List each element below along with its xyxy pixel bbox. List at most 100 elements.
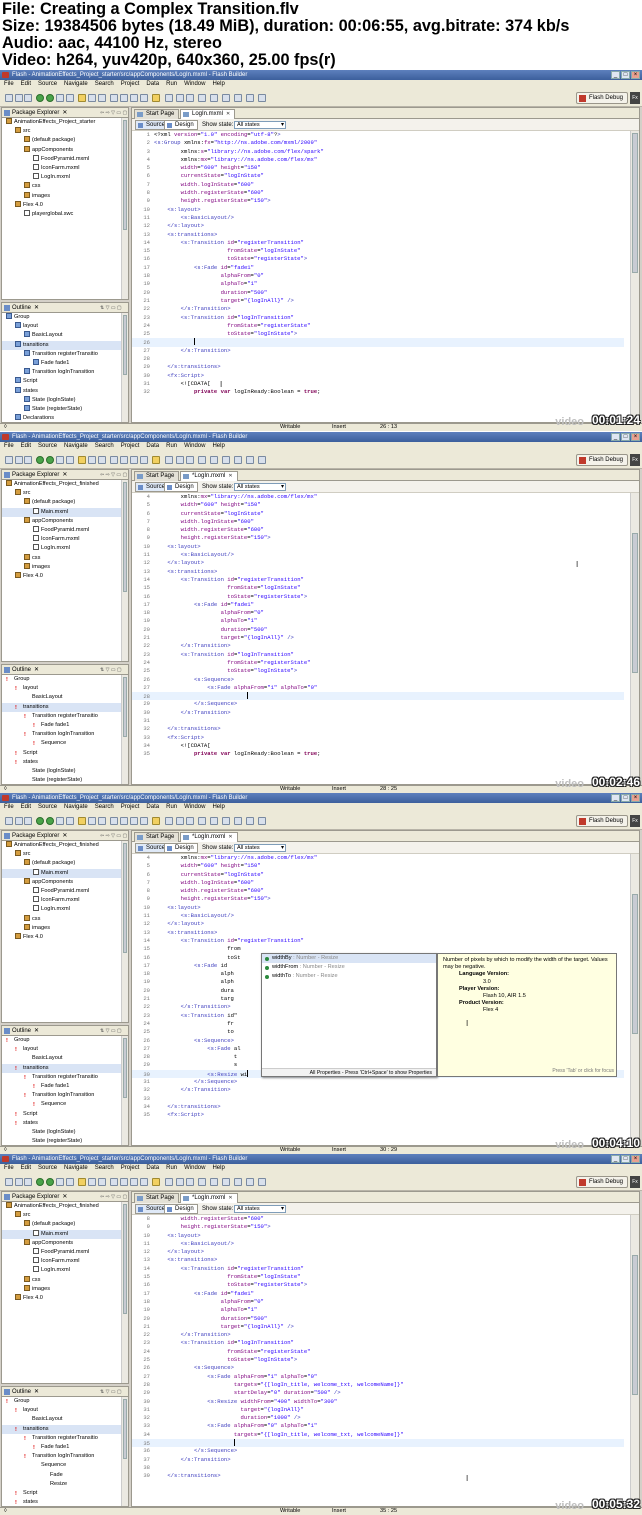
outline-tree-item[interactable]: BasicLayout bbox=[2, 1415, 128, 1424]
package-tree-item[interactable]: AnimationEffects_Project_finished bbox=[2, 1202, 128, 1211]
code-line[interactable]: 7 width.logInState="600" bbox=[132, 879, 624, 887]
menu-search[interactable]: Search bbox=[95, 443, 114, 449]
code-line[interactable]: 34 </s:transitions> bbox=[132, 1103, 624, 1111]
package-explorer-scrollbar[interactable] bbox=[121, 480, 128, 661]
code-line[interactable]: 16 toState="registerState"> bbox=[132, 255, 624, 263]
code-line[interactable]: 26 <s:Sequence> bbox=[132, 1364, 624, 1372]
package-tree-item[interactable]: IconFarm.mxml bbox=[2, 535, 128, 544]
package-tree-item[interactable]: src bbox=[2, 850, 128, 859]
flash-perspective-button[interactable]: Fx bbox=[630, 92, 640, 104]
maximize-button[interactable]: □ bbox=[621, 794, 630, 802]
view-controls[interactable]: ⇅ ▽ ▭ ▢ bbox=[100, 1389, 126, 1395]
toolbar-button[interactable] bbox=[130, 94, 138, 102]
code-line[interactable]: 26 bbox=[132, 338, 624, 347]
code-line[interactable]: 38 bbox=[132, 1464, 624, 1472]
toolbar-button[interactable] bbox=[46, 1178, 54, 1186]
menu-data[interactable]: Data bbox=[146, 804, 159, 810]
code-line[interactable]: 16 toState="registerState"> bbox=[132, 1281, 624, 1289]
code-line[interactable]: 13 <s:transitions> bbox=[132, 929, 624, 937]
menu-data[interactable]: Data bbox=[146, 81, 159, 87]
maximize-button[interactable]: □ bbox=[621, 71, 630, 79]
toolbar-button[interactable] bbox=[110, 456, 118, 464]
toolbar-button[interactable] bbox=[165, 1178, 173, 1186]
toolbar-button[interactable] bbox=[36, 94, 44, 102]
code-line[interactable]: 5 width="600" height="150" bbox=[132, 164, 624, 172]
package-tree-item[interactable]: css bbox=[2, 553, 128, 563]
toolbar-button[interactable] bbox=[24, 94, 32, 102]
package-tree-item[interactable]: images bbox=[2, 923, 128, 933]
toolbar-button[interactable] bbox=[56, 1178, 64, 1186]
close-view-icon[interactable]: ✕ bbox=[34, 667, 39, 673]
state-select[interactable]: All states bbox=[234, 121, 286, 129]
code-line[interactable]: 1 <?xml version="1.0" encoding="utf-8"?> bbox=[132, 131, 624, 139]
outline-tree-item[interactable]: State (logInState) bbox=[2, 1128, 128, 1137]
menu-edit[interactable]: Edit bbox=[21, 1165, 31, 1171]
code-line[interactable]: 24 fromState="registerState" bbox=[132, 1348, 624, 1356]
code-line[interactable]: 32 </s:transitions> bbox=[132, 725, 624, 733]
toolbar-button[interactable] bbox=[130, 817, 138, 825]
code-line[interactable]: 4 xmlns:mx="library://ns.adobe.com/flex/… bbox=[132, 156, 624, 164]
package-tree-item[interactable]: FoodPyramid.mxml bbox=[2, 1247, 128, 1257]
menu-help[interactable]: Help bbox=[212, 81, 224, 87]
package-tree-item[interactable]: LogIn.mxml bbox=[2, 1266, 128, 1275]
outline-tree-item[interactable]: ! Transition registerTransitio bbox=[2, 712, 128, 721]
toolbar-button[interactable] bbox=[15, 1178, 23, 1186]
package-tree-item[interactable]: (default package) bbox=[2, 859, 128, 868]
package-tree-item[interactable]: IconFarm.mxml bbox=[2, 896, 128, 905]
code-line[interactable]: 3 xmlns:s="library://ns.adobe.com/flex/s… bbox=[132, 148, 624, 156]
package-explorer-scrollbar[interactable] bbox=[121, 118, 128, 299]
code-line[interactable]: 13 <s:transitions> bbox=[132, 568, 624, 576]
menu-window[interactable]: Window bbox=[184, 1165, 205, 1171]
code-line[interactable]: 6 currentState="logInState" bbox=[132, 510, 624, 518]
toolbar-button[interactable] bbox=[24, 456, 32, 464]
tab-start-page[interactable]: Start Page bbox=[134, 832, 180, 842]
close-view-icon[interactable]: ✕ bbox=[62, 833, 67, 839]
toolbar-button[interactable] bbox=[56, 456, 64, 464]
tab-login-mxml[interactable]: LogIn.mxml ✕ bbox=[180, 109, 236, 119]
toolbar-button[interactable] bbox=[98, 817, 106, 825]
outline-scrollbar[interactable] bbox=[121, 1036, 128, 1145]
package-tree-item[interactable]: LogIn.mxml bbox=[2, 173, 128, 182]
design-mode-button[interactable]: Design bbox=[164, 1204, 198, 1214]
toolbar-button[interactable] bbox=[152, 1178, 160, 1186]
toolbar-button[interactable] bbox=[98, 1178, 106, 1186]
toolbar-button[interactable] bbox=[152, 456, 160, 464]
package-tree-item[interactable]: Flex 4.0 bbox=[2, 571, 128, 581]
package-tree-item[interactable]: Flex 4.0 bbox=[2, 932, 128, 942]
menu-project[interactable]: Project bbox=[121, 1165, 140, 1171]
toolbar-button[interactable] bbox=[66, 817, 74, 825]
tab-start-page[interactable]: Start Page bbox=[134, 471, 180, 481]
code-line[interactable]: 27 <s:Fade alphaFrom="1" alphaTo="0" bbox=[132, 1373, 624, 1381]
code-line[interactable]: 21 target="{logInAll}" /> bbox=[132, 1323, 624, 1331]
maximize-button[interactable]: □ bbox=[621, 433, 630, 441]
code-line[interactable]: 9 height.registerState="150"> bbox=[132, 1223, 624, 1231]
code-line[interactable]: 25 toState="logInState"> bbox=[132, 667, 624, 675]
code-line[interactable]: 35 private var logInReady:Boolean = true… bbox=[132, 750, 624, 758]
code-line[interactable]: 34 <![CDATA[ bbox=[132, 742, 624, 750]
toolbar-button[interactable] bbox=[234, 1178, 242, 1186]
code-line[interactable]: 14 <s:Transition id="registerTransition" bbox=[132, 576, 624, 584]
package-explorer-scrollbar[interactable] bbox=[121, 1202, 128, 1383]
maximize-button[interactable]: □ bbox=[621, 1155, 630, 1163]
code-line[interactable]: 26 <s:Sequence> bbox=[132, 676, 624, 684]
code-line[interactable]: 30 <fx:Script> bbox=[132, 372, 624, 380]
code-line[interactable]: 13 <s:transitions> bbox=[132, 1256, 624, 1264]
code-line[interactable]: 5 width="600" height="150" bbox=[132, 501, 624, 509]
toolbar-button[interactable] bbox=[88, 817, 96, 825]
code-line[interactable]: 29 </s:Sequence> bbox=[132, 700, 624, 708]
code-line[interactable]: 11 <s:BasicLayout/> bbox=[132, 551, 624, 559]
toolbar-button[interactable] bbox=[46, 94, 54, 102]
package-tree-item[interactable]: AnimationEffects_Project_starter bbox=[2, 118, 128, 127]
menu-data[interactable]: Data bbox=[146, 443, 159, 449]
outline-tree-item[interactable]: Declarations bbox=[2, 414, 128, 422]
toolbar-button[interactable] bbox=[198, 456, 206, 464]
code-area[interactable]: 4 xmlns:mx="library://ns.adobe.com/flex/… bbox=[132, 493, 624, 785]
code-line[interactable]: 14 <s:Transition id="registerTransition" bbox=[132, 1265, 624, 1273]
toolbar-button[interactable] bbox=[210, 817, 218, 825]
toolbar-button[interactable] bbox=[234, 456, 242, 464]
code-area[interactable]: 1 <?xml version="1.0" encoding="utf-8"?> 2… bbox=[132, 131, 624, 423]
menu-edit[interactable]: Edit bbox=[21, 443, 31, 449]
outline-tree-item[interactable]: ! Transition registerTransitio bbox=[2, 1434, 128, 1443]
editor-scrollbar[interactable] bbox=[630, 854, 639, 1146]
code-line[interactable]: 32 duration="1000" /> bbox=[132, 1414, 624, 1422]
